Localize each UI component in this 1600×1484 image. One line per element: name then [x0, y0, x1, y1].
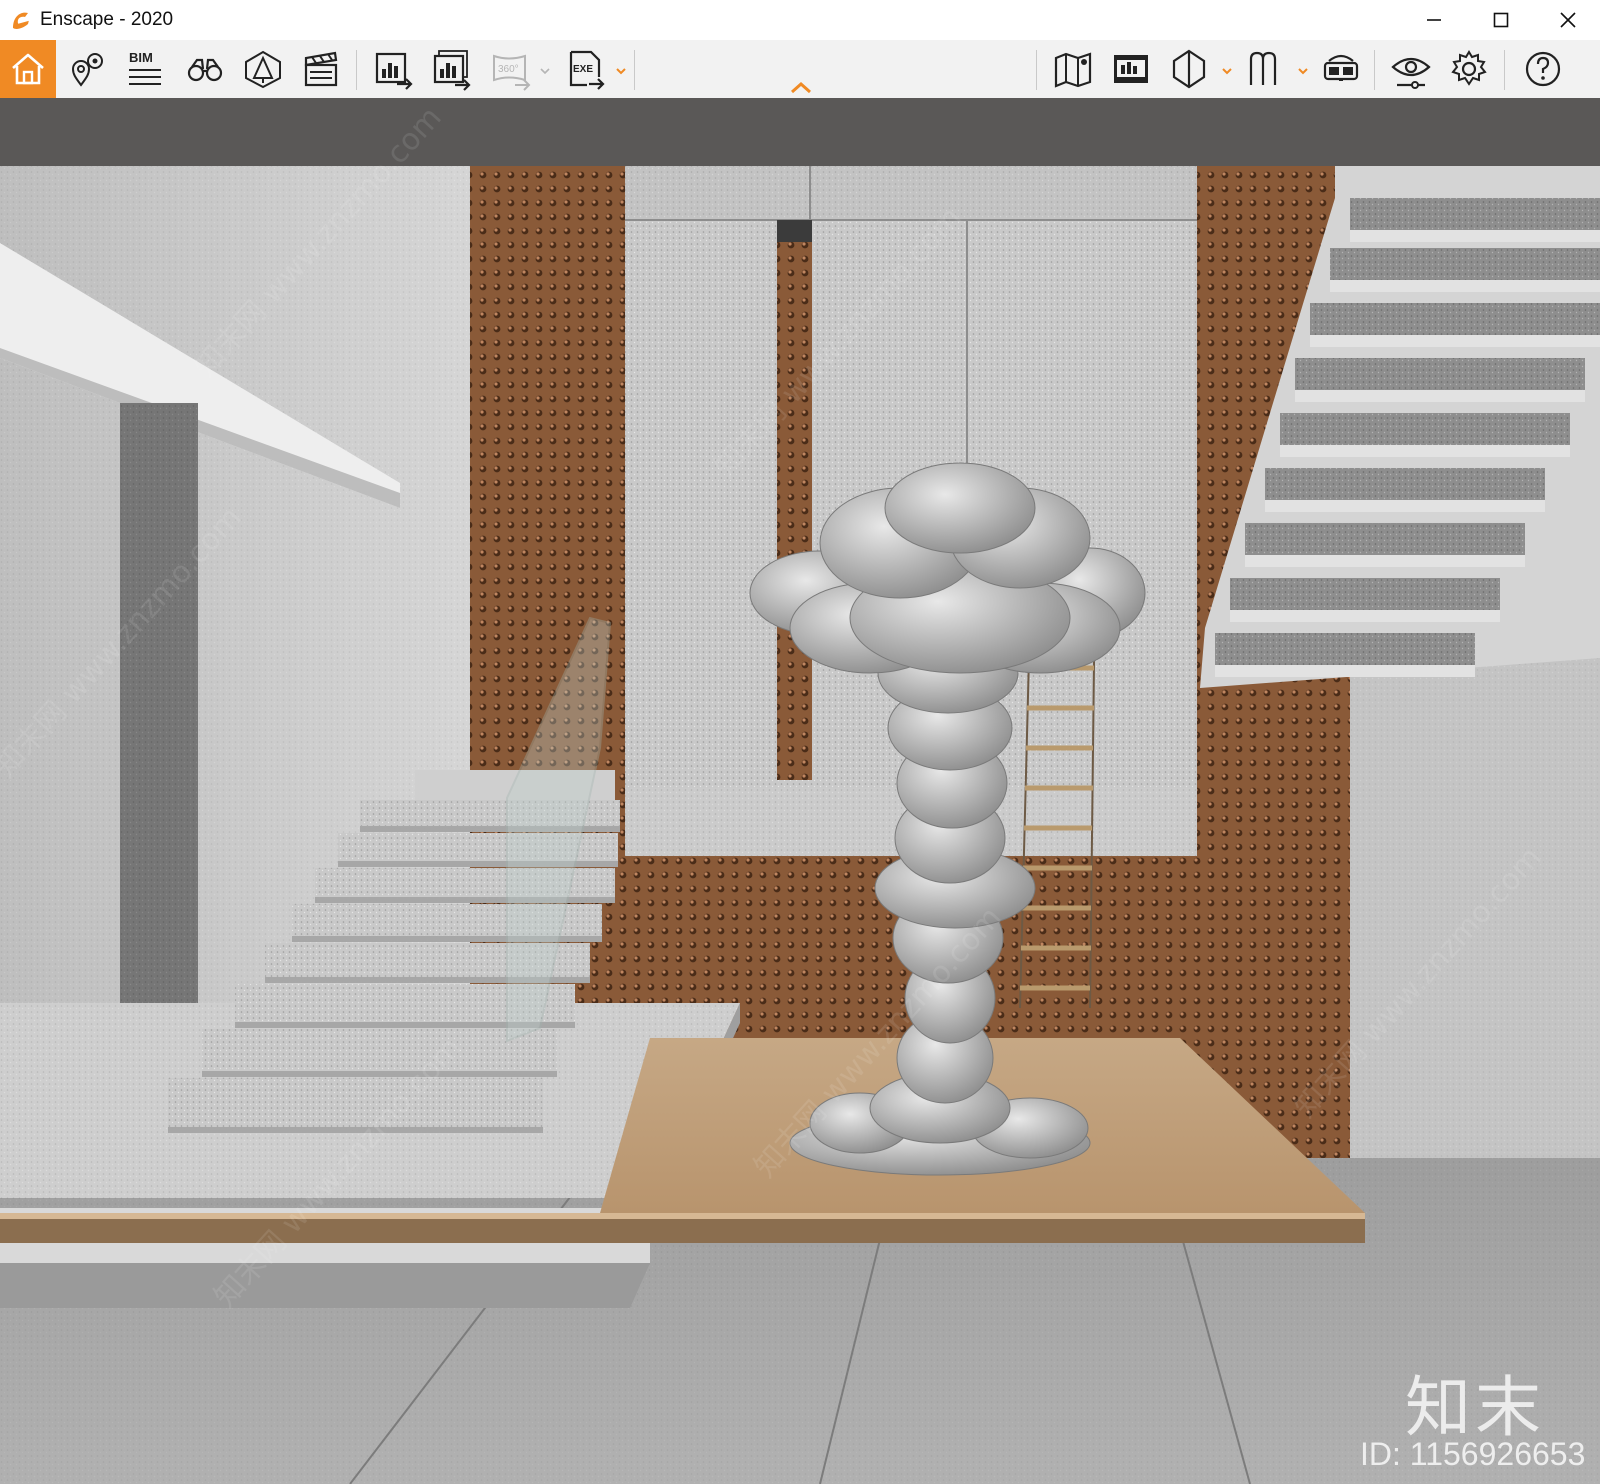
render-image-button[interactable]: [366, 40, 420, 98]
panorama-button[interactable]: 360°: [484, 40, 538, 98]
enscape-logo-icon: [13, 12, 30, 29]
window-title: Enscape - 2020: [40, 9, 174, 30]
toolbar-separator: [1504, 50, 1505, 90]
panorama-dropdown-chevron-icon[interactable]: [538, 64, 552, 78]
materials-dropdown-chevron-icon[interactable]: [1296, 64, 1310, 78]
help-icon: [1525, 51, 1561, 87]
toolbar-separator: [1374, 50, 1375, 90]
bim-mode-button[interactable]: BIM: [118, 40, 172, 98]
map-icon: [1054, 52, 1092, 88]
clapperboard-icon: [304, 51, 338, 87]
asset-library-icon: [1114, 55, 1148, 83]
toolbar-separator: [634, 50, 635, 90]
watermark-id: ID: 1156926653: [1360, 1436, 1586, 1472]
vr-headset-button[interactable]: [1314, 40, 1368, 98]
export-exe-icon: EXE: [569, 50, 605, 90]
atmosphere-icon: [245, 50, 281, 89]
title-bar: Enscape - 2020: [0, 0, 1600, 40]
collapse-toolbar-chevron-icon[interactable]: [788, 80, 814, 96]
materials-button[interactable]: [1238, 40, 1292, 98]
bim-icon: BIM: [129, 50, 161, 85]
svg-text:BIM: BIM: [129, 50, 153, 65]
batch-render-icon: [433, 50, 471, 91]
export-exe-button[interactable]: EXE: [558, 40, 612, 98]
home-button[interactable]: [0, 40, 56, 98]
toolbar-separator: [1036, 50, 1037, 90]
video-editor-button[interactable]: [294, 40, 348, 98]
toolbar-separator: [356, 50, 357, 90]
map-button[interactable]: [1046, 40, 1100, 98]
help-button[interactable]: [1516, 40, 1570, 98]
svg-text:360°: 360°: [498, 64, 519, 75]
render-image-icon: [375, 52, 413, 90]
section-dropdown-chevron-icon[interactable]: [1220, 64, 1234, 78]
atmosphere-button[interactable]: [236, 40, 290, 98]
asset-library-button[interactable]: [1104, 40, 1158, 98]
binoculars-icon: [187, 58, 223, 82]
minimize-icon: [1427, 19, 1441, 21]
walk-fly-button[interactable]: [178, 40, 232, 98]
view-management-icon: [71, 53, 103, 87]
materials-icon: [1249, 51, 1277, 85]
gear-icon: [1451, 50, 1487, 86]
render-viewport[interactable]: 知末网 www.znzmo.com 知末网 www.znzmo.com 知末网 …: [0, 98, 1600, 1484]
maximize-icon: [1493, 12, 1509, 28]
vr-headset-icon: [1323, 54, 1359, 81]
section-box-button[interactable]: [1162, 40, 1216, 98]
eye-visual-settings-icon: [1391, 57, 1431, 89]
section-box-icon: [1172, 49, 1206, 89]
close-button[interactable]: [1534, 0, 1600, 40]
batch-render-button[interactable]: [424, 40, 478, 98]
visual-settings-button[interactable]: [1384, 40, 1438, 98]
panorama-icon: 360°: [493, 54, 531, 91]
home-icon: [12, 53, 44, 85]
view-management-button[interactable]: [60, 40, 114, 98]
svg-text:EXE: EXE: [573, 64, 593, 75]
maximize-button[interactable]: [1467, 0, 1535, 40]
settings-button[interactable]: [1442, 40, 1496, 98]
minimize-button[interactable]: [1400, 0, 1468, 40]
close-icon: [1560, 12, 1576, 28]
export-dropdown-chevron-icon[interactable]: [614, 64, 628, 78]
